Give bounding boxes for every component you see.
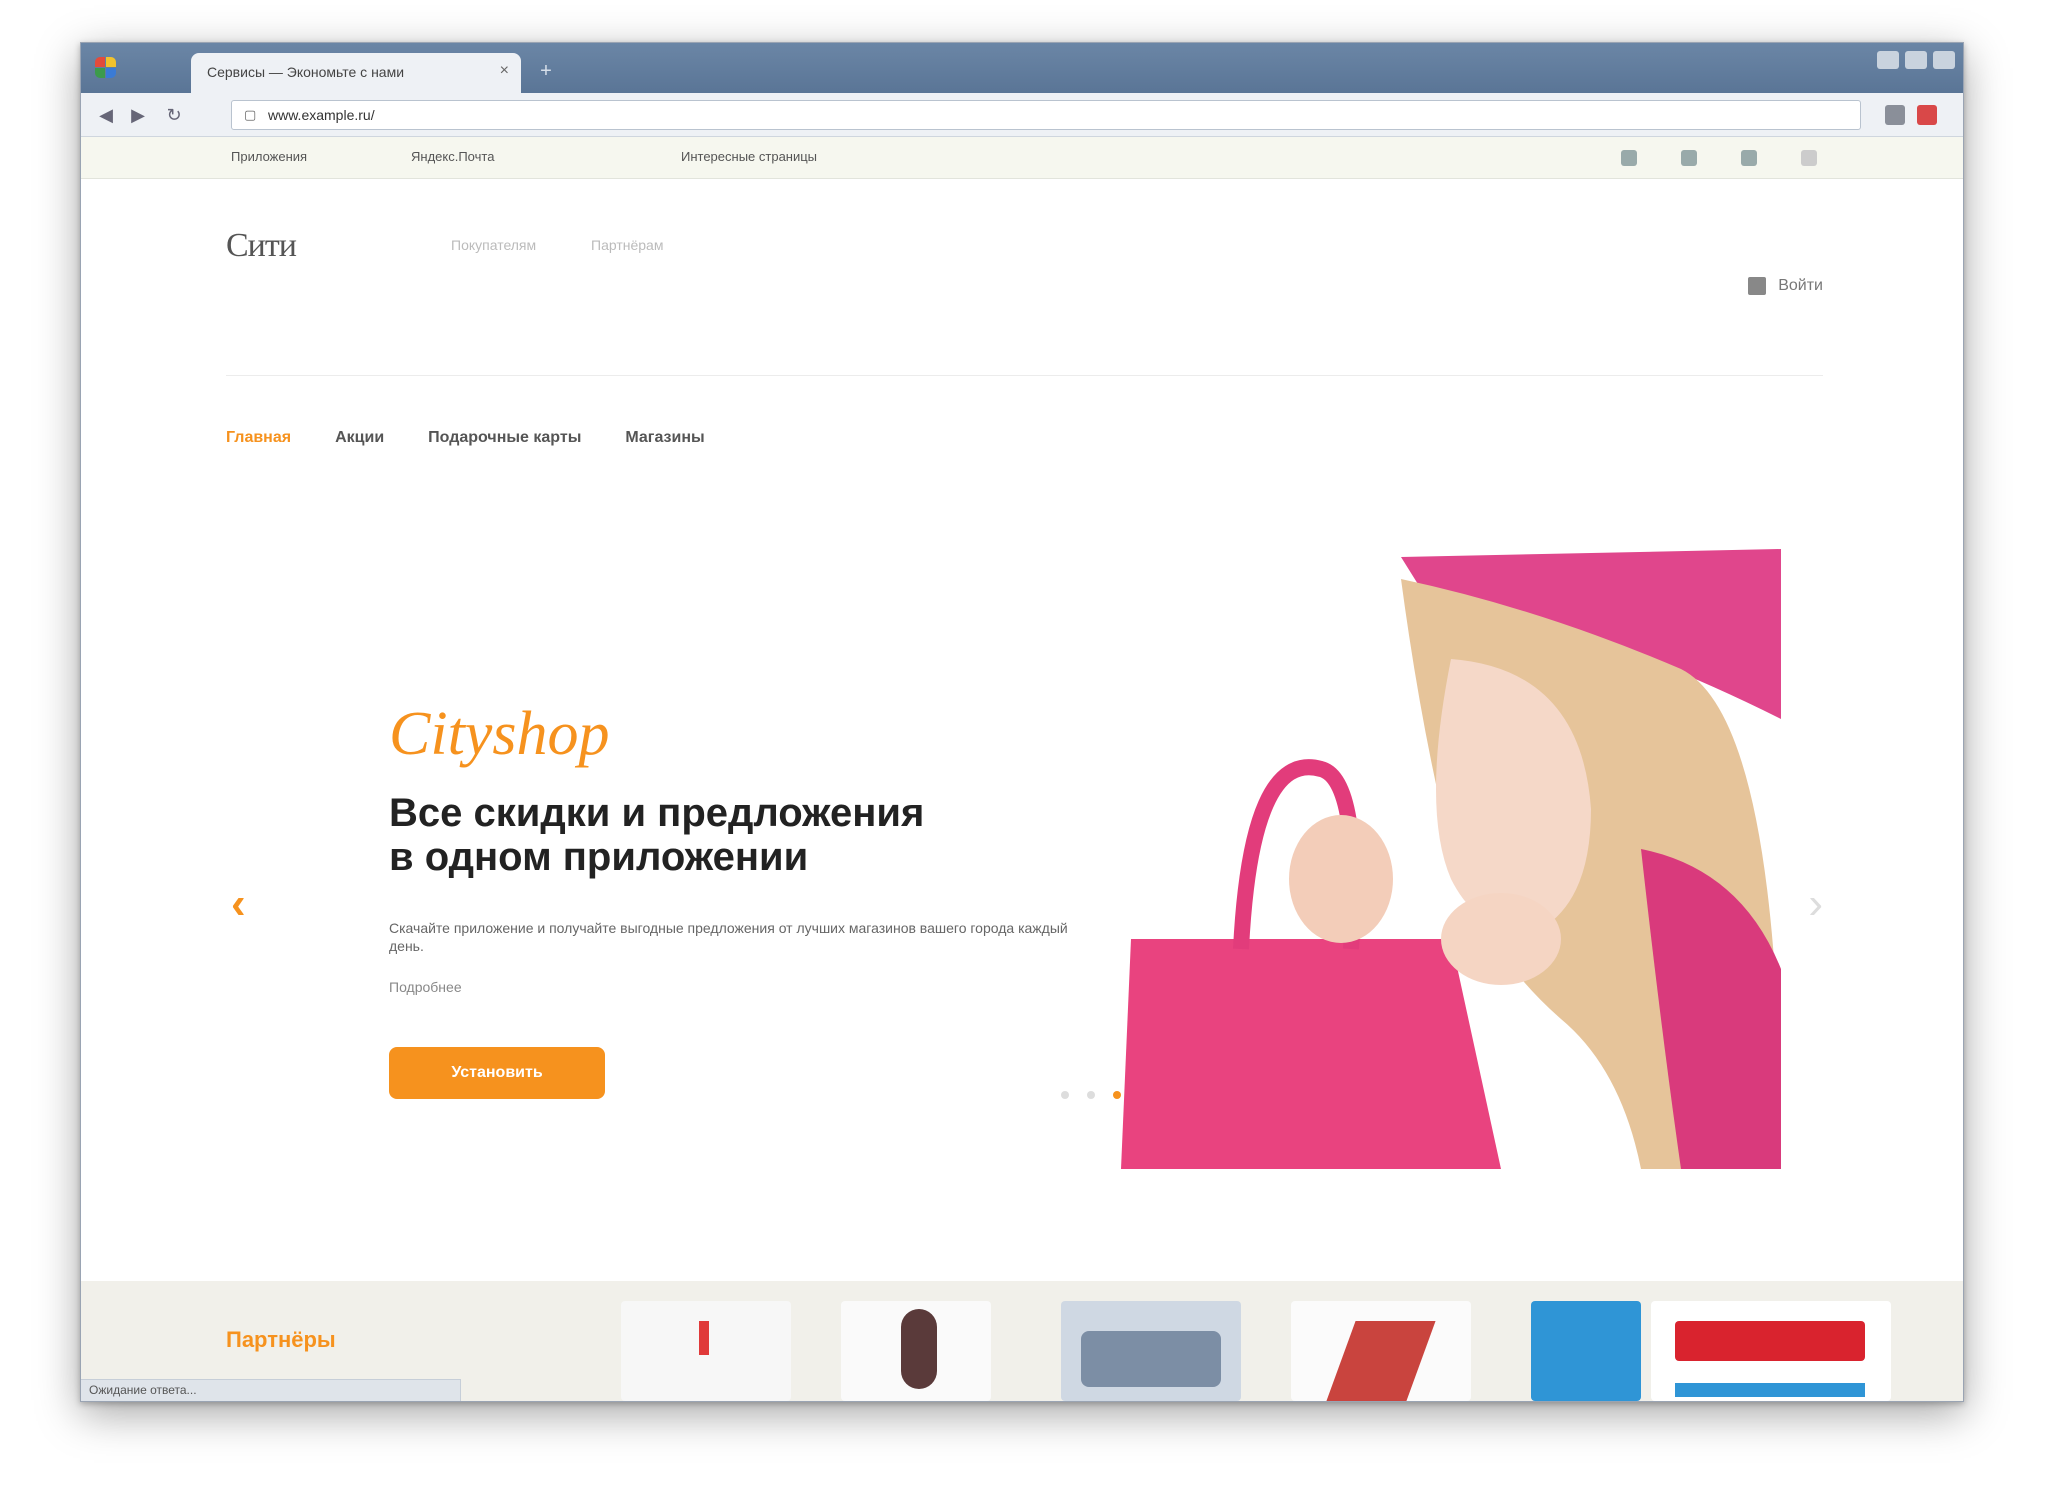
tab-close-icon[interactable]: × (500, 62, 509, 80)
browser-tab[interactable]: Сервисы — Экономьте с нами × (191, 53, 521, 93)
tab-title: Сервисы — Экономьте с нами (207, 64, 405, 80)
new-tab-button[interactable]: + (533, 59, 559, 83)
partner-logo[interactable] (1651, 1301, 1891, 1401)
menu-item-stores[interactable]: Магазины (625, 429, 704, 447)
partner-logo[interactable] (621, 1301, 791, 1401)
hero-description: Скачайте приложение и получайте выгодные… (389, 920, 1068, 954)
menu-item-gift-cards[interactable]: Подарочные карты (428, 429, 581, 447)
partners-label: Партнёры (226, 1327, 336, 1352)
site-logo[interactable]: Сити (226, 227, 297, 265)
bookmark-icon[interactable] (1801, 150, 1817, 166)
menu-item-promotions[interactable]: Акции (335, 429, 384, 447)
slider-prev-arrow-icon[interactable]: ‹ (231, 879, 246, 929)
slider-dot-active[interactable] (1113, 1091, 1121, 1099)
bookmark-icon[interactable] (1681, 150, 1697, 166)
bookmark-item[interactable]: Яндекс.Почта (411, 149, 494, 164)
partner-logo[interactable] (1061, 1301, 1241, 1401)
forward-button[interactable]: ▶ (125, 102, 151, 128)
minimize-button[interactable] (1877, 51, 1899, 69)
hero-more-link[interactable]: Подробнее (389, 979, 462, 995)
bookmark-icon[interactable] (1621, 150, 1637, 166)
hero-image (1121, 549, 1781, 1169)
address-bar[interactable]: ▢ www.example.ru/ (231, 100, 1861, 130)
menu-item-home[interactable]: Главная (226, 429, 291, 447)
menu-icon[interactable] (1917, 105, 1937, 125)
user-icon (1748, 277, 1767, 295)
address-text: www.example.ru/ (268, 107, 375, 123)
maximize-button[interactable] (1905, 51, 1927, 69)
browser-window: Сервисы — Экономьте с нами × + ◀ ▶ ↻ ▢ w… (80, 42, 1964, 1402)
close-window-button[interactable] (1933, 51, 1955, 69)
screen: Сервисы — Экономьте с нами × + ◀ ▶ ↻ ▢ w… (0, 0, 2048, 1495)
bookmark-icon[interactable] (1741, 150, 1757, 166)
bookmark-item[interactable]: Интересные страницы (681, 149, 817, 164)
slider-dots (1061, 1091, 1121, 1099)
slider-dot[interactable] (1087, 1091, 1095, 1099)
reload-button[interactable]: ↻ (161, 102, 187, 128)
web-page: Сити Покупателям Партнёрам Войти Главная… (81, 179, 1963, 1401)
browser-titlebar: Сервисы — Экономьте с нами × + (81, 43, 1963, 93)
bookmark-item[interactable]: Приложения (231, 149, 307, 164)
page-icon: ▢ (244, 107, 257, 122)
header-divider (226, 375, 1823, 376)
partner-logo[interactable] (1531, 1301, 1641, 1401)
hero-cta-button[interactable]: Установить (389, 1047, 605, 1099)
browser-logo-icon (95, 57, 117, 79)
window-controls (1877, 51, 1955, 69)
extension-icon[interactable] (1885, 105, 1905, 125)
bookmarks-bar: Приложения Яндекс.Почта Интересные стран… (81, 137, 1963, 179)
slider-next-arrow-icon[interactable]: › (1808, 879, 1823, 929)
login-link[interactable]: Войти (1748, 277, 1823, 295)
partner-logo[interactable] (841, 1301, 991, 1401)
slider-dot[interactable] (1061, 1091, 1069, 1099)
header-link[interactable]: Покупателям (451, 237, 536, 253)
status-bar: Ожидание ответа... (81, 1379, 461, 1401)
hero-brand: Cityshop (389, 700, 610, 768)
hero-title: Все скидки и предложения в одном приложе… (389, 791, 925, 879)
back-button[interactable]: ◀ (93, 102, 119, 128)
header-link[interactable]: Партнёрам (591, 237, 663, 253)
browser-navbar: ◀ ▶ ↻ ▢ www.example.ru/ (81, 93, 1963, 137)
partner-logo[interactable] (1291, 1301, 1471, 1401)
login-label: Войти (1778, 277, 1823, 294)
main-menu: Главная Акции Подарочные карты Магазины (226, 429, 705, 447)
